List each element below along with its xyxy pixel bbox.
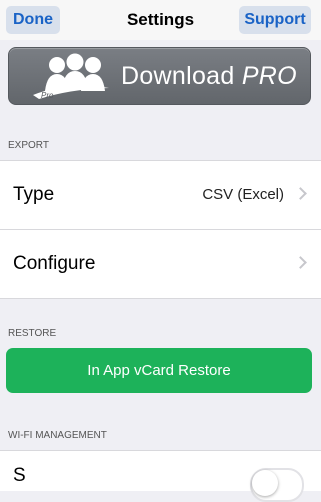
people-group-icon: Pro xyxy=(33,53,109,100)
configure-label: Configure xyxy=(13,253,96,274)
toggle-knob xyxy=(252,470,278,496)
type-value: CSV (Excel) xyxy=(202,186,284,203)
chevron-right-icon xyxy=(294,256,307,269)
type-row[interactable]: Type CSV (Excel) xyxy=(0,161,321,230)
support-button[interactable]: Support xyxy=(239,6,311,34)
pro-label: PRO xyxy=(241,62,297,90)
configure-row[interactable]: Configure xyxy=(0,230,321,298)
wifi-row-label: S xyxy=(13,465,26,486)
export-section-header: EXPORT xyxy=(8,140,49,151)
download-pro-label: Download PRO xyxy=(121,48,297,104)
type-label: Type xyxy=(13,184,55,205)
wifi-cell-group: S xyxy=(0,450,321,502)
download-pro-button[interactable]: Pro Download PRO xyxy=(8,47,311,105)
chevron-right-icon xyxy=(294,187,307,200)
wifi-section-header: WI-FI MANAGEMENT xyxy=(8,430,107,441)
navigation-bar: Settings Done Support xyxy=(0,0,321,40)
vcard-restore-button[interactable]: In App vCard Restore xyxy=(6,348,312,393)
restore-section-header: RESTORE xyxy=(8,328,57,339)
wifi-toggle[interactable] xyxy=(250,468,304,502)
download-label: Download xyxy=(121,62,242,90)
pro-icon-text: Pro xyxy=(41,91,54,100)
done-button[interactable]: Done xyxy=(6,6,60,34)
export-cell-group: Type CSV (Excel) Configure xyxy=(0,160,321,299)
